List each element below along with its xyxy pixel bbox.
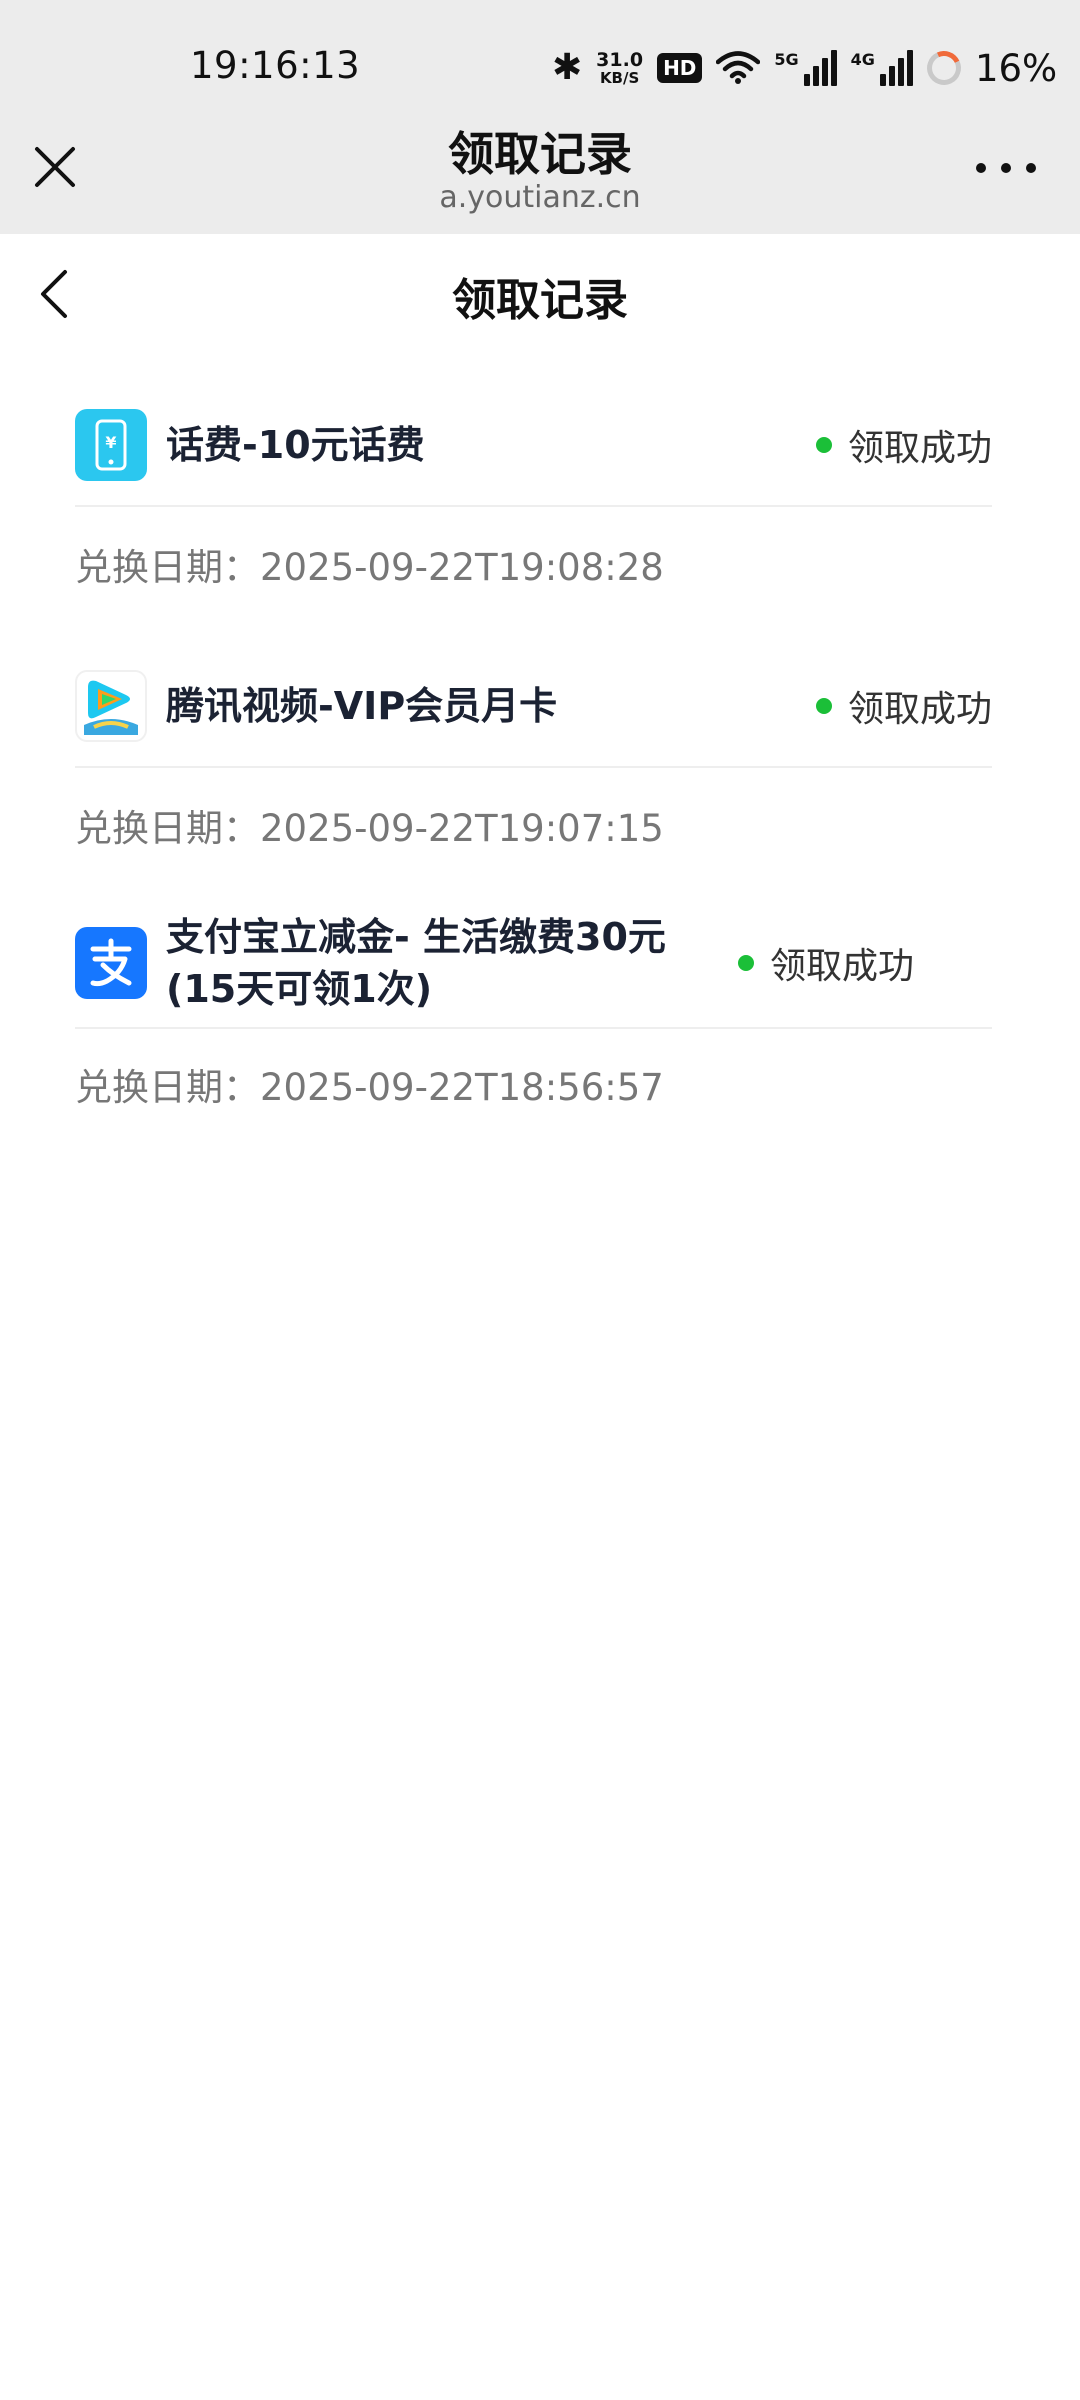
battery-icon bbox=[922, 46, 966, 90]
svg-text:¥: ¥ bbox=[105, 433, 116, 452]
bluetooth-icon: ✱ bbox=[552, 47, 583, 88]
record-header: 支付宝立减金- 生活缴费30元(15天可领1次) 领取成功 bbox=[75, 908, 992, 1029]
record-status: 领取成功 bbox=[738, 937, 914, 989]
browser-page-url: a.youtianz.cn bbox=[439, 180, 641, 215]
record-date: 兑换日期：2025-09-22T18:56:57 bbox=[75, 1057, 992, 1111]
signal-5g-label: 5G bbox=[774, 50, 799, 69]
record-date-value: 2025-09-22T19:07:15 bbox=[260, 807, 664, 850]
signal-4g-label: 4G bbox=[850, 50, 875, 69]
more-dot-icon bbox=[1026, 163, 1036, 173]
browser-page-title: 领取记录 bbox=[448, 127, 632, 181]
status-dot-icon bbox=[815, 698, 832, 714]
network-speed: 31.0 KB/S bbox=[596, 48, 644, 87]
record-date: 兑换日期：2025-09-22T19:08:28 bbox=[75, 537, 992, 591]
record-header: 腾讯视频-VIP会员月卡 领取成功 bbox=[75, 666, 992, 768]
record-item[interactable]: ¥ 话费-10元话费 领取成功 兑换日期：2025-09-22T19:08:28 bbox=[75, 405, 992, 591]
status-icons: ✱ 31.0 KB/S HD 5G 4G 16% bbox=[552, 44, 1057, 92]
record-status: 领取成功 bbox=[815, 680, 992, 732]
record-title: 腾讯视频-VIP会员月卡 bbox=[166, 684, 558, 728]
status-dot-icon bbox=[738, 954, 754, 971]
record-date-value: 2025-09-22T19:08:28 bbox=[260, 546, 664, 589]
record-status-text: 领取成功 bbox=[847, 689, 992, 730]
record-date: 兑换日期：2025-09-22T19:07:15 bbox=[75, 798, 992, 852]
more-options-button[interactable] bbox=[976, 150, 1036, 186]
record-item[interactable]: 腾讯视频-VIP会员月卡 领取成功 兑换日期：2025-09-22T19:07:… bbox=[75, 666, 992, 852]
tencent-video-icon bbox=[75, 670, 147, 742]
record-date-label: 兑换日期： bbox=[75, 1066, 260, 1109]
record-status-text: 领取成功 bbox=[847, 428, 992, 469]
battery-percent: 16% bbox=[974, 46, 1058, 90]
signal-5g-icon: 5G bbox=[774, 50, 837, 86]
status-time: 19:16:13 bbox=[190, 44, 361, 87]
record-date-label: 兑换日期： bbox=[75, 546, 260, 589]
record-title: 支付宝立减金- 生活缴费30元(15天可领1次) bbox=[166, 914, 666, 1011]
record-date-value: 2025-09-22T18:56:57 bbox=[260, 1066, 664, 1109]
alipay-icon bbox=[75, 926, 147, 999]
phone-recharge-icon: ¥ bbox=[75, 409, 147, 481]
record-title: 话费-10元话费 bbox=[166, 423, 425, 467]
status-dot-icon bbox=[815, 437, 832, 453]
network-speed-unit: KB/S bbox=[599, 68, 640, 87]
more-dot-icon bbox=[976, 163, 986, 173]
record-date-label: 兑换日期： bbox=[75, 807, 260, 850]
wifi-icon bbox=[716, 51, 761, 84]
hd-voice-badge: HD bbox=[657, 53, 703, 83]
nav-title: 领取记录 bbox=[452, 275, 628, 326]
signal-4g-icon: 4G bbox=[851, 50, 913, 86]
network-speed-value: 31.0 bbox=[596, 48, 644, 71]
top-header-area: 19:16:13 ✱ 31.0 KB/S HD 5G 4G 16% 领取记录 a… bbox=[0, 0, 1080, 234]
record-header: ¥ 话费-10元话费 领取成功 bbox=[75, 405, 992, 507]
record-item[interactable]: 支付宝立减金- 生活缴费30元(15天可领1次) 领取成功 兑换日期：2025-… bbox=[75, 908, 992, 1111]
record-status: 领取成功 bbox=[815, 419, 992, 471]
record-status-text: 领取成功 bbox=[770, 945, 915, 987]
more-dot-icon bbox=[1001, 163, 1011, 173]
